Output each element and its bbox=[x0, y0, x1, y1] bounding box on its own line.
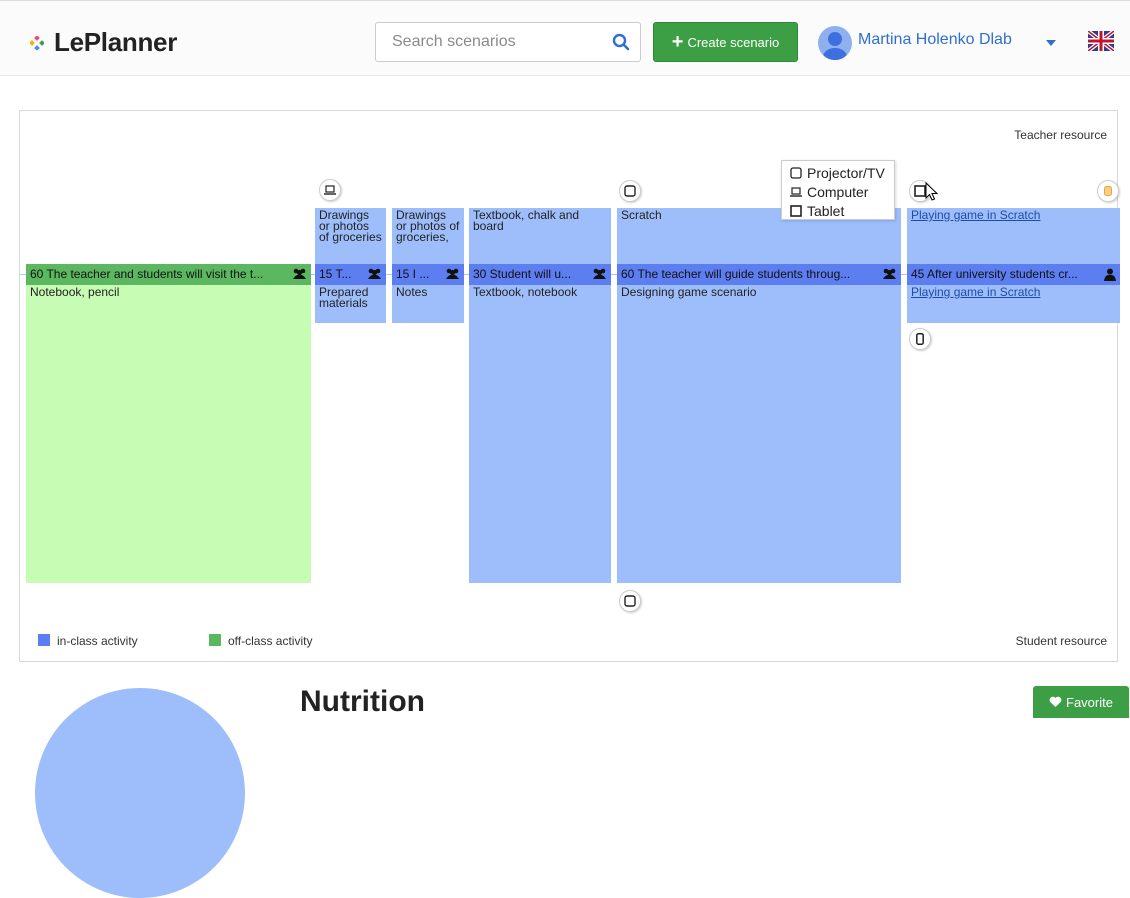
computer-icon bbox=[790, 186, 802, 197]
activity-bar[interactable]: 30 Student will u... bbox=[469, 264, 611, 285]
projector-icon[interactable] bbox=[619, 590, 641, 612]
group-icon bbox=[368, 268, 381, 279]
app-name: LePlanner bbox=[54, 27, 178, 57]
document-icon[interactable] bbox=[1097, 180, 1119, 202]
activity-bar[interactable]: 45 After university students cr... bbox=[907, 264, 1120, 285]
projector-icon[interactable] bbox=[619, 180, 641, 202]
user-avatar-icon bbox=[823, 32, 847, 60]
teacher-resource-text: Drawings or photos of groceries bbox=[319, 208, 382, 244]
student-resource-text: Textbook, notebook bbox=[473, 285, 578, 299]
teacher-resource-block[interactable]: Playing game in Scratch bbox=[907, 208, 1120, 264]
create-scenario-label: Create scenario bbox=[687, 34, 780, 50]
tooltip-item-tablet: Tablet bbox=[790, 201, 894, 220]
search-box[interactable] bbox=[375, 22, 641, 62]
activity-bar[interactable]: 15 I ... bbox=[392, 264, 464, 285]
logo-icon bbox=[30, 35, 44, 50]
student-resource-block[interactable]: Notes bbox=[392, 285, 464, 323]
activity-bar-text: 30 Student will u... bbox=[473, 267, 572, 281]
activity-bar[interactable]: 60 The teacher and students will visit t… bbox=[26, 264, 311, 285]
group-icon bbox=[593, 268, 606, 279]
tooltip-item-label: Projector/TV bbox=[807, 164, 885, 181]
student-resource-block[interactable]: Textbook, notebook bbox=[469, 285, 611, 583]
student-resource-text: Notebook, pencil bbox=[30, 285, 120, 299]
person-icon bbox=[1104, 268, 1116, 281]
favorite-button[interactable]: Favorite bbox=[1033, 686, 1129, 718]
activity-bar[interactable]: 15 T... bbox=[315, 264, 386, 285]
activity-bar-text: 60 The teacher and students will visit t… bbox=[30, 267, 264, 281]
student-resource-block[interactable]: Prepared materials bbox=[315, 285, 386, 323]
activity-bar-text: 15 T... bbox=[319, 267, 352, 281]
scenario-image bbox=[35, 688, 245, 898]
tooltip-item-projector: Projector/TV bbox=[790, 163, 894, 182]
student-resource-block[interactable]: Notebook, pencil bbox=[26, 285, 311, 583]
activity-bar-text: 60 The teacher will guide students throu… bbox=[621, 267, 851, 281]
app-logo[interactable]: LePlanner bbox=[30, 27, 177, 58]
teacher-resource-text: Textbook, chalk and board bbox=[473, 208, 580, 233]
avatar[interactable] bbox=[818, 26, 852, 60]
computer-icon[interactable] bbox=[319, 179, 341, 201]
activity-bar-text: 45 After university students cr... bbox=[911, 267, 1078, 281]
student-resource-text: Prepared materials bbox=[319, 285, 369, 310]
student-resource-text: Designing game scenario bbox=[621, 285, 757, 299]
timeline-panel: Teacher resource Student resource 60 The… bbox=[19, 110, 1120, 662]
activity-bar-text: 15 I ... bbox=[396, 267, 430, 281]
scenario-title: Nutrition bbox=[300, 685, 425, 718]
create-scenario-button[interactable]: + Create scenario bbox=[653, 22, 798, 62]
user-name-link[interactable]: Martina Holenko Dlab bbox=[858, 31, 1012, 49]
tooltip-item-label: Computer bbox=[807, 183, 869, 200]
student-resource-label: Student resource bbox=[1015, 634, 1107, 648]
tooltip-item-label: Tablet bbox=[807, 202, 845, 219]
student-resource-link[interactable]: Playing game in Scratch bbox=[907, 285, 1120, 300]
teacher-resource-block[interactable]: Textbook, chalk and board bbox=[469, 208, 611, 264]
group-icon bbox=[883, 268, 896, 279]
projector-icon bbox=[790, 166, 802, 179]
tooltip-item-computer: Computer bbox=[790, 182, 894, 201]
in-class-legend-swatch bbox=[38, 634, 50, 646]
favorite-label: Favorite bbox=[1066, 694, 1113, 710]
group-icon bbox=[446, 268, 459, 279]
student-resource-block[interactable]: Playing game in Scratch bbox=[907, 285, 1120, 323]
uk-flag-icon[interactable] bbox=[1088, 31, 1114, 51]
search-input[interactable] bbox=[390, 32, 604, 52]
tablet-icon bbox=[790, 204, 802, 217]
activity-bar[interactable]: 60 The teacher will guide students throu… bbox=[617, 264, 901, 285]
student-resource-block[interactable]: Designing game scenario bbox=[617, 285, 901, 583]
search-icon[interactable] bbox=[612, 33, 630, 51]
heart-icon bbox=[1049, 696, 1062, 707]
teacher-resource-text: Drawings or photos of groceries, bbox=[396, 208, 460, 244]
student-resource-text: Notes bbox=[396, 285, 428, 299]
in-class-legend-label: in-class activity bbox=[57, 634, 138, 648]
cursor-icon bbox=[925, 182, 939, 201]
resource-tooltip: Projector/TV Computer Tablet bbox=[781, 160, 895, 220]
off-class-legend-label: off-class activity bbox=[228, 634, 313, 648]
teacher-resource-link[interactable]: Playing game in Scratch bbox=[907, 208, 1120, 223]
chevron-down-icon[interactable] bbox=[1046, 40, 1056, 46]
group-icon bbox=[293, 268, 306, 279]
teacher-resource-block[interactable]: Drawings or photos of groceries, bbox=[392, 208, 464, 264]
phone-icon[interactable] bbox=[909, 328, 931, 350]
off-class-legend-swatch bbox=[209, 634, 221, 646]
teacher-resource-block[interactable]: Drawings or photos of groceries bbox=[315, 208, 386, 264]
plus-icon: + bbox=[671, 31, 684, 53]
teacher-resource-label: Teacher resource bbox=[1014, 128, 1107, 142]
